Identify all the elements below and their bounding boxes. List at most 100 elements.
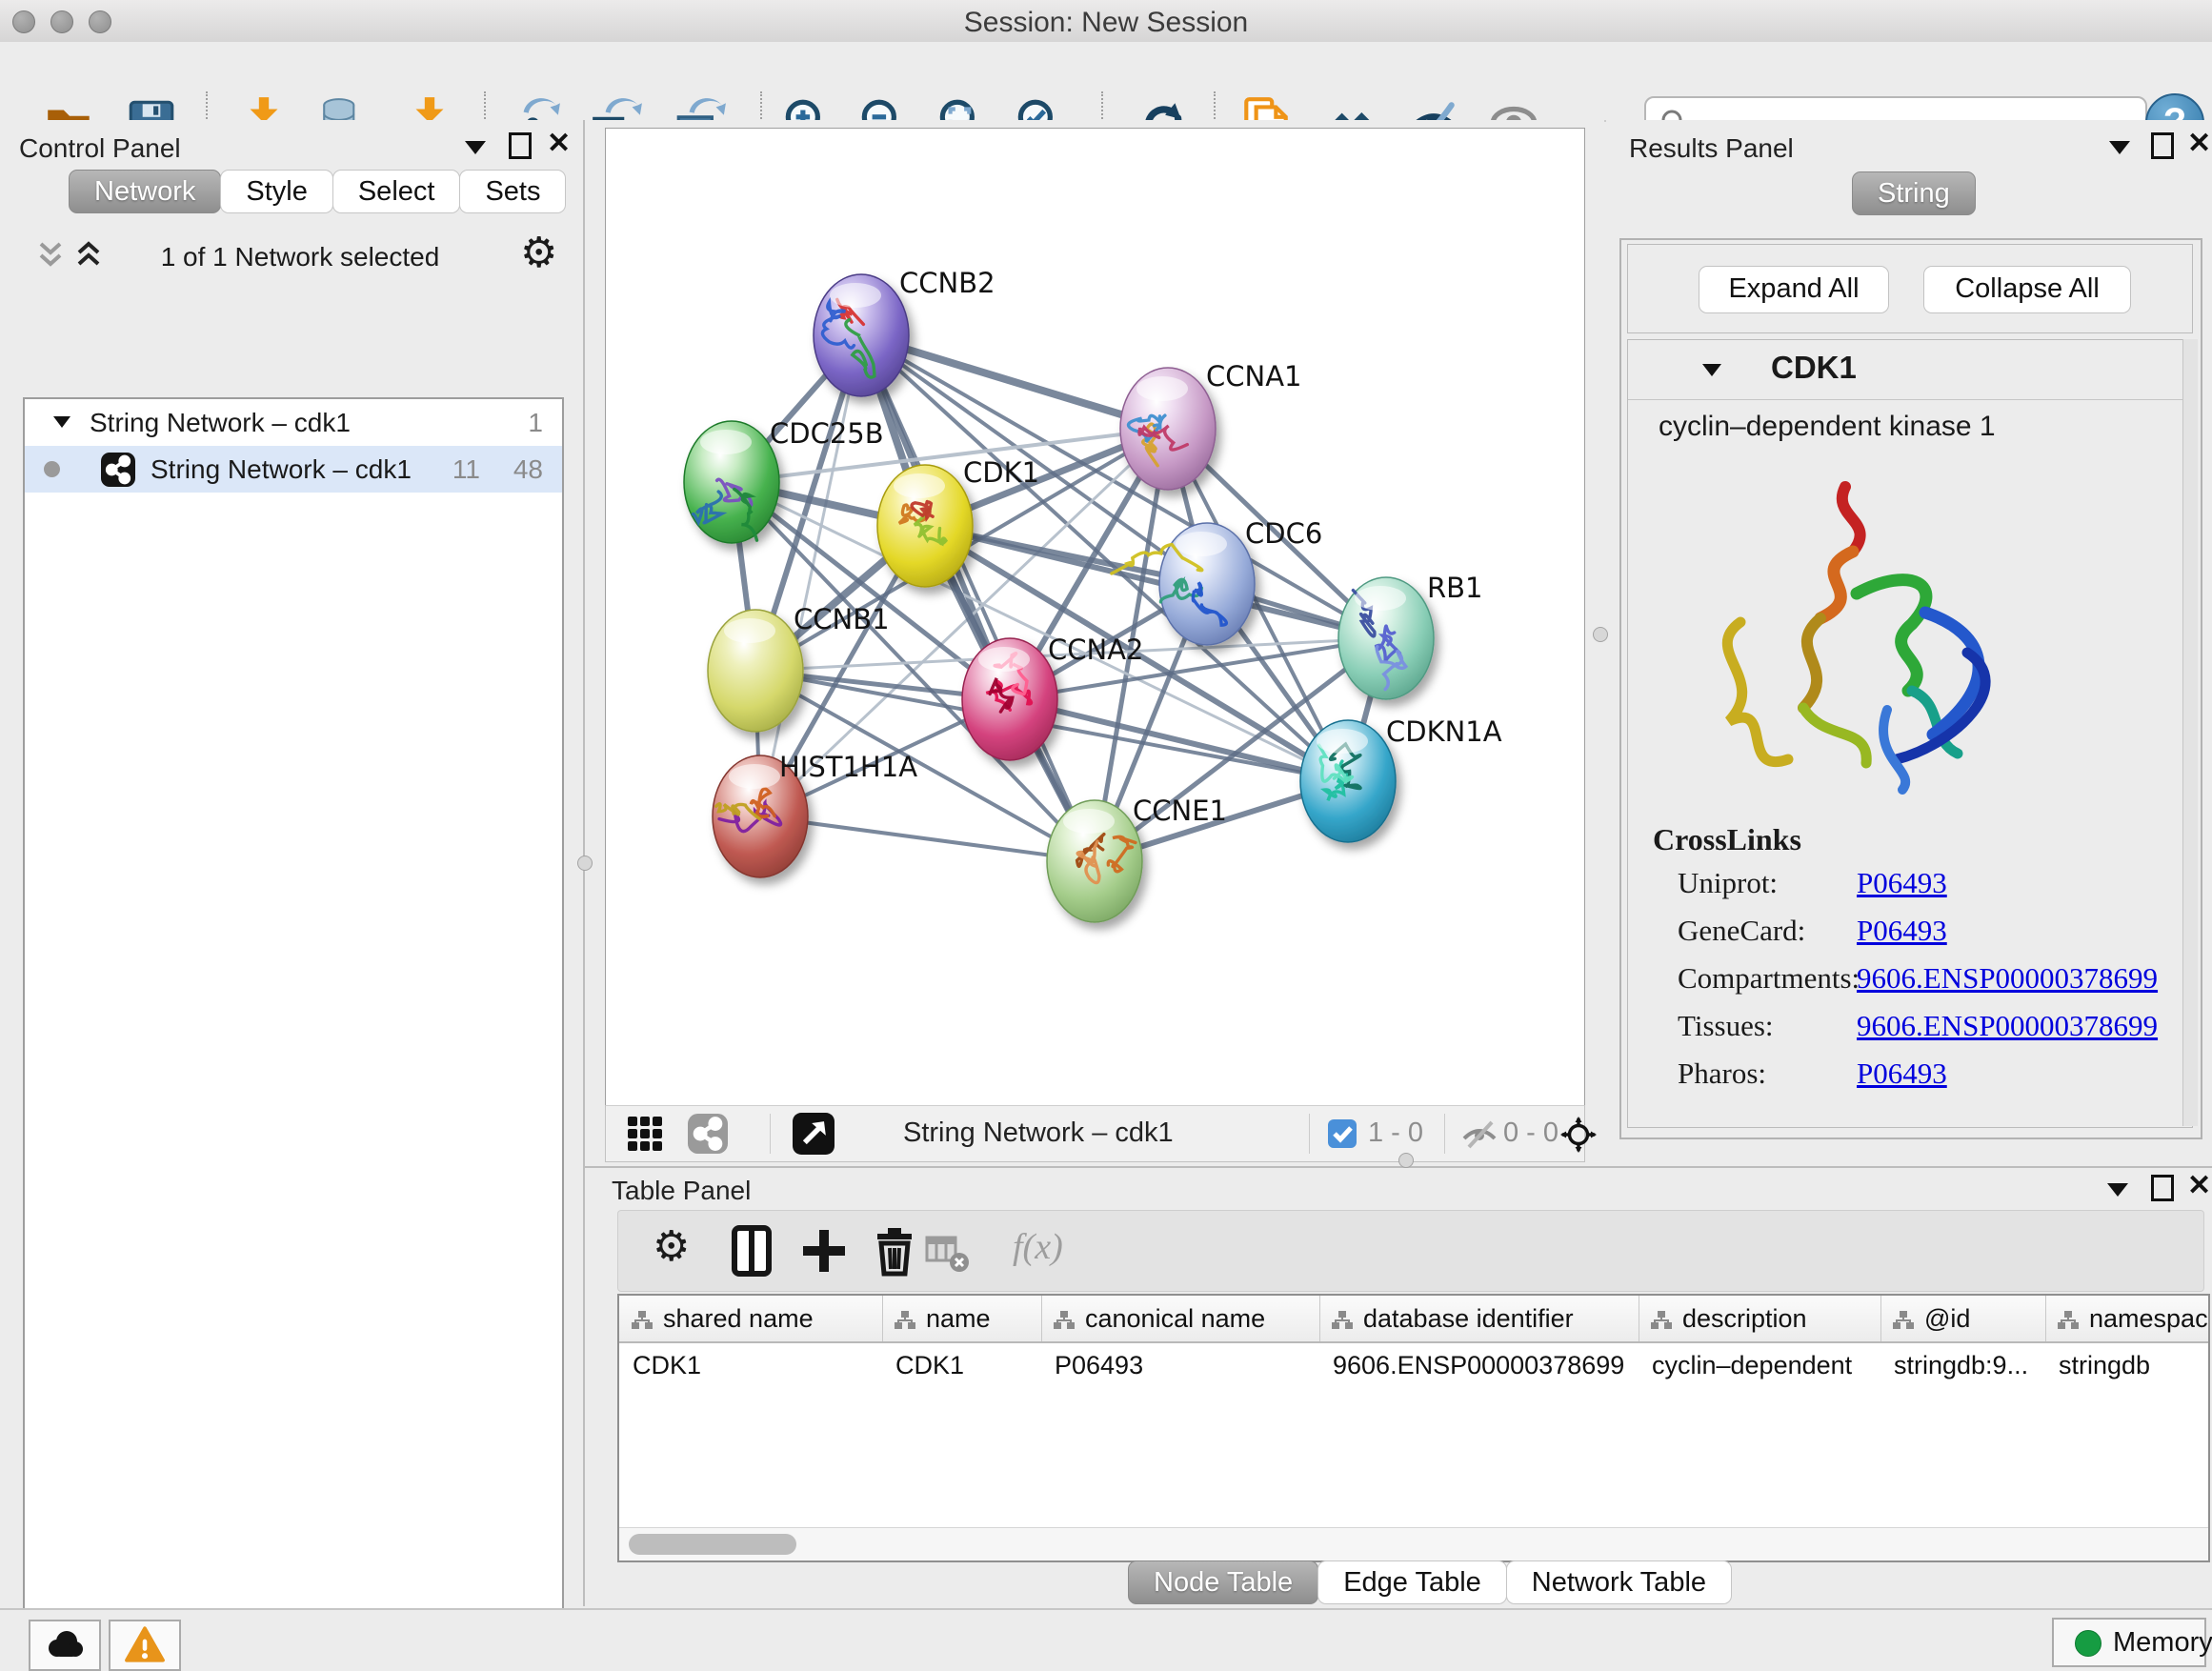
show-columns-icon[interactable] <box>725 1224 778 1278</box>
left-splitter-handle[interactable] <box>577 856 593 871</box>
table-cell[interactable]: stringdb <box>2045 1343 2210 1387</box>
protein-structure-image <box>1685 470 2034 799</box>
table-panel-float-icon[interactable] <box>2151 1175 2174 1201</box>
column-header-name[interactable]: name <box>882 1296 1042 1341</box>
node-table: shared namenamecanonical namedatabase id… <box>617 1294 2210 1562</box>
network-edge-CCNB2-HIST1H1A[interactable] <box>760 335 861 816</box>
birdseye-grid-icon[interactable] <box>627 1116 663 1157</box>
table-cell[interactable]: CDK1 <box>882 1343 1041 1387</box>
network-row[interactable]: String Network – cdk1 11 48 <box>25 446 562 493</box>
crosslink-link[interactable]: 9606.ENSP00000378699 <box>1857 1009 2158 1043</box>
network-node-CCNB1[interactable] <box>708 610 803 732</box>
table-toolbar: ⚙ f(x) <box>617 1210 2204 1292</box>
table-hscrollbar[interactable] <box>619 1527 2208 1560</box>
crosslink-link[interactable]: P06493 <box>1857 914 1947 948</box>
node-label-RB1: RB1 <box>1427 572 1483 604</box>
tab-network[interactable]: Network <box>69 170 221 213</box>
delete-column-trash-icon[interactable] <box>868 1224 921 1278</box>
collapse-all-button[interactable]: Collapse All <box>1923 266 2131 313</box>
table-cell[interactable]: 9606.ENSP00000378699 <box>1319 1343 1639 1387</box>
function-builder-icon[interactable]: f(x) <box>1013 1226 1117 1279</box>
table-cell[interactable]: CDK1 <box>619 1343 882 1387</box>
network-node-CCNA2[interactable] <box>962 638 1057 760</box>
network-collection-row[interactable]: String Network – cdk1 1 <box>25 399 562 446</box>
table-cell[interactable]: stringdb:9... <box>1880 1343 2045 1387</box>
crosslink-row: Uniprot:P06493 <box>1678 866 2173 914</box>
control-panel-title: Control Panel <box>19 133 181 164</box>
network-edge-HIST1H1A-CCNE1[interactable] <box>760 816 1095 861</box>
results-panel-float-icon[interactable] <box>2151 132 2174 159</box>
control-panel-tabs: NetworkStyleSelectSets <box>69 170 565 213</box>
titlebar: Session: New Session <box>0 0 2212 43</box>
horizontal-splitter-handle[interactable] <box>1398 1153 1414 1168</box>
warnings-button[interactable] <box>109 1620 181 1671</box>
expand-all-button[interactable]: Expand All <box>1699 266 1889 313</box>
selected-checkbox-icon[interactable] <box>1328 1119 1357 1153</box>
table-panel: Table Panel ✕ ⚙ f(x) shared namenamecano… <box>585 1166 2212 1610</box>
collapse-all-chevron-icon[interactable] <box>36 240 65 275</box>
network-node-CDC25B[interactable] <box>684 421 779 543</box>
network-node-CDKN1A[interactable] <box>1300 720 1396 842</box>
network-node-CCNA1[interactable] <box>1120 368 1216 490</box>
network-canvas[interactable]: CCNB2CCNA1CDC25BCDK1CDC6RB1CCNB1CCNA2CDK… <box>605 128 1585 1107</box>
crosslink-link[interactable]: P06493 <box>1857 866 1947 900</box>
collection-label: String Network – cdk1 <box>90 399 351 446</box>
column-header-shared-name[interactable]: shared name <box>619 1296 883 1341</box>
tab-node-table[interactable]: Node Table <box>1128 1560 1318 1604</box>
selected-counts: 1 - 0 <box>1368 1117 1423 1149</box>
node-result-header[interactable]: CDK1 <box>1628 340 2192 400</box>
column-header-namespace[interactable]: namespace <box>2045 1296 2210 1341</box>
control-panel-close-icon[interactable]: ✕ <box>547 131 571 156</box>
table-panel-close-icon[interactable]: ✕ <box>2187 1174 2211 1198</box>
table-cell[interactable]: P06493 <box>1041 1343 1319 1387</box>
toolbar-separator <box>1309 1114 1310 1154</box>
cloud-button[interactable] <box>29 1620 101 1671</box>
results-panel-close-icon[interactable]: ✕ <box>2187 131 2211 156</box>
column-header-description[interactable]: description <box>1639 1296 1881 1341</box>
results-panel-menu-icon[interactable] <box>2109 141 2130 154</box>
tab-network-table[interactable]: Network Table <box>1506 1560 1732 1604</box>
hidden-eye-icon[interactable] <box>1461 1117 1498 1155</box>
network-node-RB1[interactable] <box>1338 577 1434 699</box>
expand-all-chevron-icon[interactable] <box>74 240 103 275</box>
control-panel-menu-icon[interactable] <box>465 141 486 154</box>
annotation-mode-icon[interactable] <box>793 1113 835 1159</box>
center-view-crosshair-icon[interactable] <box>1560 1117 1597 1158</box>
node-label-CDK1: CDK1 <box>963 456 1039 489</box>
network-node-CDK1[interactable] <box>877 465 973 587</box>
toolbar-separator <box>770 1114 771 1154</box>
table-panel-menu-icon[interactable] <box>2107 1183 2128 1197</box>
tab-select[interactable]: Select <box>332 170 461 213</box>
network-node-CCNE1[interactable] <box>1047 800 1142 922</box>
current-network-dot-icon <box>44 461 60 477</box>
status-bar: Memory <box>0 1608 2212 1671</box>
collapse-entry-icon[interactable] <box>1700 361 1723 383</box>
tab-edge-table[interactable]: Edge Table <box>1317 1560 1507 1604</box>
crosslink-link[interactable]: P06493 <box>1857 1057 1947 1091</box>
table-hscroll-thumb[interactable] <box>629 1534 796 1555</box>
table-type-tabs: Node TableEdge TableNetwork Table <box>1128 1560 1731 1604</box>
tab-sets[interactable]: Sets <box>459 170 566 213</box>
memory-button[interactable]: Memory <box>2052 1618 2206 1667</box>
network-node-CCNB2[interactable] <box>814 274 909 396</box>
column-header-canonical-name[interactable]: canonical name <box>1041 1296 1320 1341</box>
column-header--id[interactable]: @id <box>1880 1296 2046 1341</box>
crosslinks-list: Uniprot:P06493GeneCard:P06493Compartment… <box>1678 866 2173 1104</box>
table-cell[interactable]: cyclin–dependent ... <box>1639 1343 1880 1387</box>
tab-style[interactable]: Style <box>220 170 332 213</box>
right-splitter-handle[interactable] <box>1593 627 1608 642</box>
tab-string[interactable]: String <box>1852 171 1976 215</box>
network-type-share-icon[interactable] <box>688 1114 728 1158</box>
table-options-gear-icon[interactable]: ⚙ <box>653 1226 706 1279</box>
network-options-gear-icon[interactable]: ⚙ <box>520 232 557 274</box>
node-label-CDC6: CDC6 <box>1245 517 1322 550</box>
cytoscape-window: Session: New Session <box>0 0 2212 1671</box>
delete-table-icon[interactable] <box>925 1232 978 1285</box>
add-column-icon[interactable] <box>797 1224 851 1278</box>
control-panel-float-icon[interactable] <box>509 132 532 159</box>
crosslink-link[interactable]: 9606.ENSP00000378699 <box>1857 961 2158 996</box>
network-title: String Network – cdk1 <box>903 1117 1174 1149</box>
network-tree: String Network – cdk1 1 String Network –… <box>23 397 564 1671</box>
column-header-database-identifier[interactable]: database identifier <box>1319 1296 1639 1341</box>
results-scrollbar[interactable] <box>2182 339 2198 1126</box>
